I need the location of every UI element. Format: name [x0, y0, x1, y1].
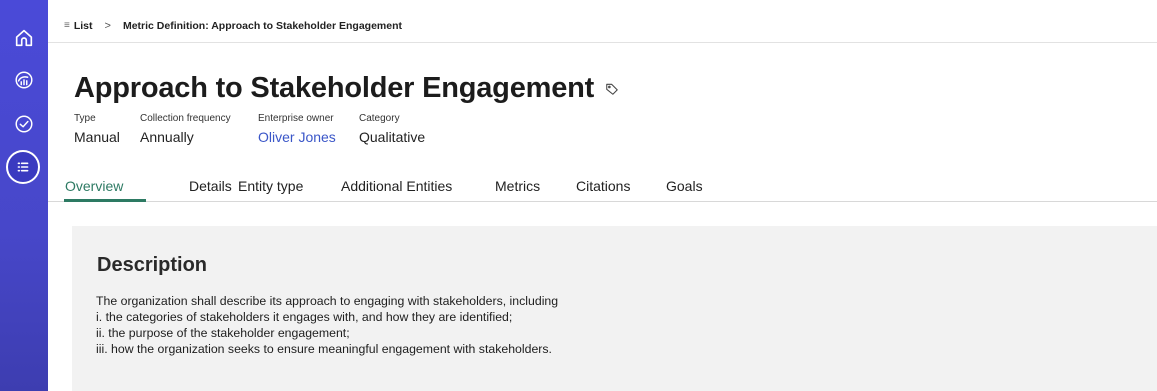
check-circle-icon: [15, 115, 33, 133]
nav-tasks-button[interactable]: [8, 108, 40, 140]
description-heading: Description: [97, 254, 208, 276]
breadcrumb-list-label: List: [73, 19, 93, 32]
meta-label: Collection frequency: [140, 113, 231, 124]
meta-label: Category: [359, 113, 400, 124]
meta-value: Qualitative: [359, 129, 426, 145]
breadcrumb-current: Metric Definition: Approach to Stakehold…: [122, 19, 403, 32]
tab-entity-type[interactable]: Entity type: [238, 178, 303, 194]
breadcrumb-list-link[interactable]: ≡ List: [64, 20, 93, 32]
breadcrumb-separator: >: [104, 19, 111, 32]
active-tab-indicator: [64, 199, 146, 202]
tab-details[interactable]: Details: [189, 178, 232, 194]
meta-collection-frequency: Collection frequency Annually: [140, 113, 231, 145]
tab-citations[interactable]: Citations: [576, 178, 630, 194]
title-row: Approach to Stakeholder Engagement: [74, 72, 620, 105]
tab-goals[interactable]: Goals: [666, 178, 703, 194]
description-line: ii. the purpose of the stakeholder engag…: [96, 326, 350, 340]
meta-value: Annually: [140, 129, 194, 145]
tab-bar: Overview Details Entity type Additional …: [48, 174, 1157, 202]
description-text: The organization shall describe its appr…: [96, 293, 558, 357]
list-icon: [17, 162, 29, 172]
page-title: Approach to Stakeholder Engagement: [74, 72, 595, 104]
sidebar: [0, 0, 48, 391]
owner-link[interactable]: Oliver Jones: [258, 129, 336, 145]
tab-additional-entities[interactable]: Additional Entities: [341, 178, 452, 194]
meta-label: Enterprise owner: [258, 113, 334, 124]
nav-home-button[interactable]: [8, 22, 40, 54]
description-line: The organization shall describe its appr…: [96, 294, 559, 308]
home-icon: [15, 29, 33, 47]
meta-category: Category Qualitative: [359, 113, 425, 145]
meta-label: Type: [74, 113, 96, 124]
tag-button[interactable]: [604, 81, 620, 97]
description-panel: Description The organization shall descr…: [72, 226, 1157, 391]
tag-icon: [606, 83, 618, 95]
breadcrumb: ≡ List > Metric Definition: Approach to …: [48, 9, 1157, 43]
description-line: i. the categories of stakeholders it eng…: [96, 310, 513, 324]
meta-value: Manual: [74, 129, 120, 145]
meta-enterprise-owner: Enterprise owner Oliver Jones: [258, 113, 336, 145]
tab-metrics[interactable]: Metrics: [495, 178, 540, 194]
tab-overview[interactable]: Overview: [65, 178, 123, 194]
description-line: iii. how the organization seeks to ensur…: [96, 342, 552, 356]
nav-list-button[interactable]: [6, 150, 40, 184]
list-small-icon: ≡: [64, 20, 70, 31]
chart-globe-icon: [15, 71, 33, 89]
nav-dashboard-button[interactable]: [8, 64, 40, 96]
app: ≡ List > Metric Definition: Approach to …: [0, 0, 1157, 391]
meta-type: Type Manual: [74, 113, 120, 145]
